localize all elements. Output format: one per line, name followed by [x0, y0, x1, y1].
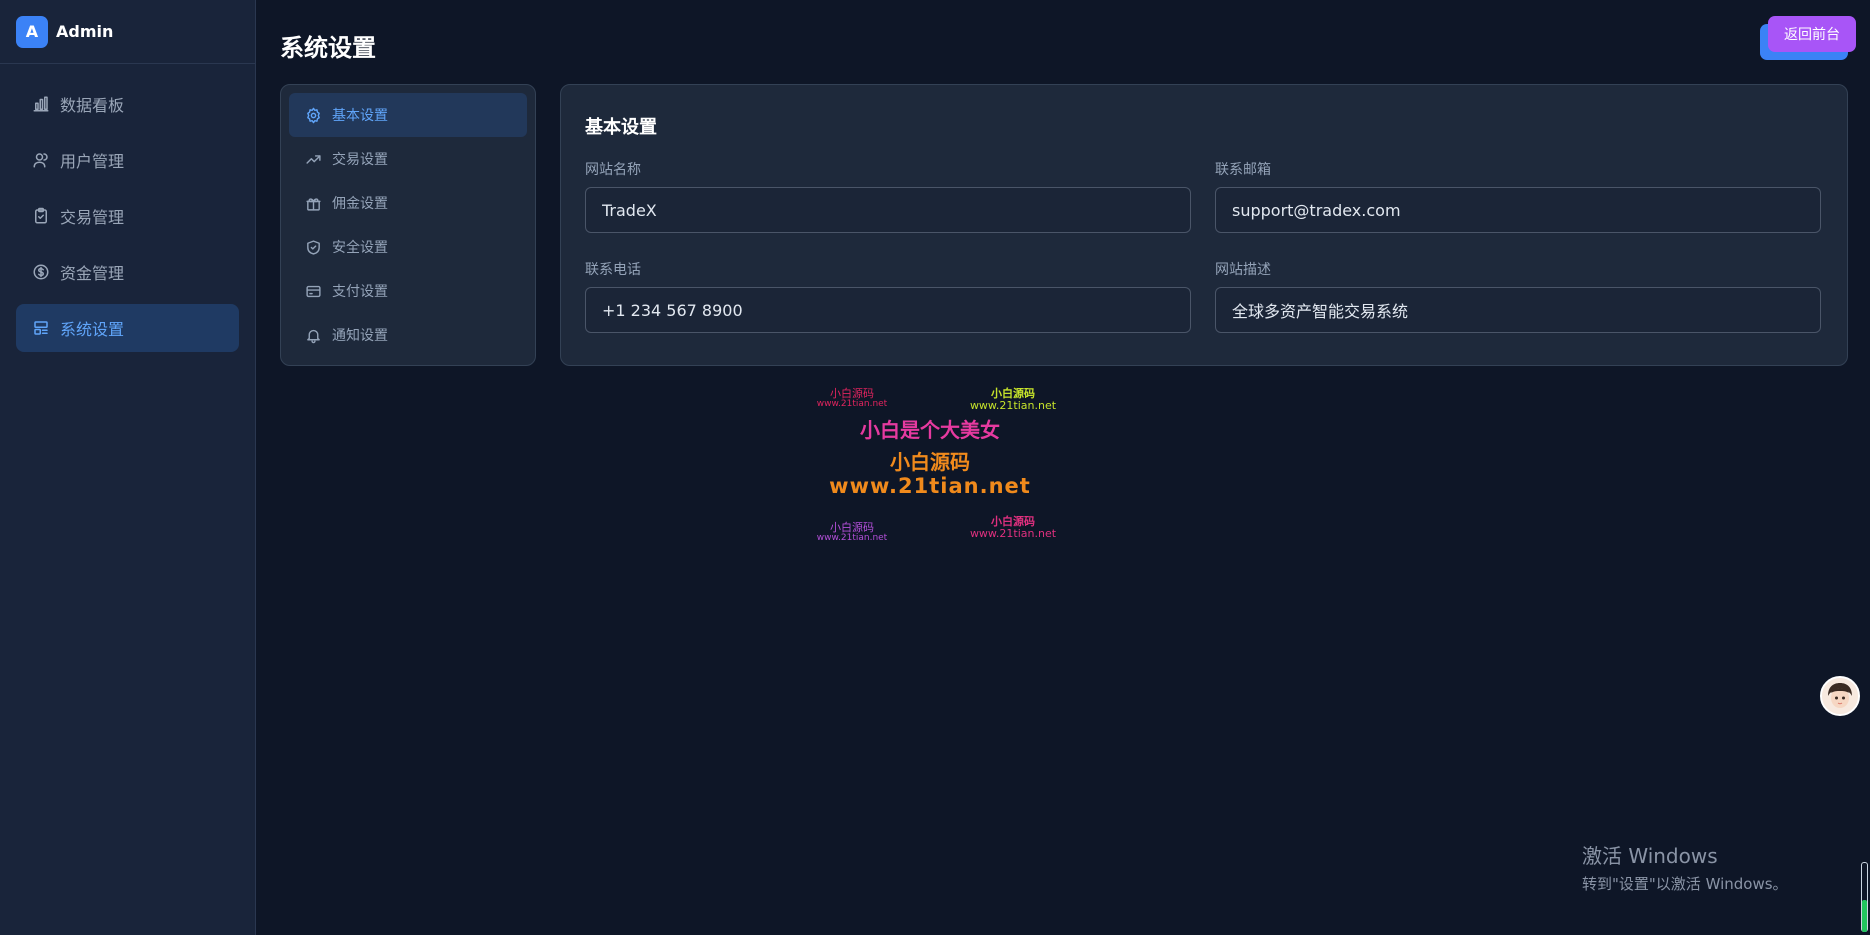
settings-menu-label: 通知设置 — [332, 328, 388, 344]
gear-icon — [307, 107, 320, 123]
page-title: 系统设置 — [280, 34, 376, 62]
watermark-text: 小白源码 — [991, 387, 1035, 400]
contact-email-input[interactable] — [1215, 187, 1821, 233]
settings-menu-item-payment[interactable]: 支付设置 — [289, 269, 527, 313]
watermark-url: www.21tian.net — [829, 474, 1031, 498]
avatar-face-icon — [1822, 678, 1858, 714]
watermark-text: 小白源码 — [830, 387, 874, 400]
watermark-top-right: 小白源码 www.21tian.net — [966, 388, 1060, 411]
assistant-avatar[interactable] — [1820, 676, 1860, 716]
settings-menu-item-basic[interactable]: 基本设置 — [289, 93, 527, 137]
layout-icon — [34, 321, 48, 335]
settings-menu-label: 基本设置 — [332, 108, 388, 124]
site-name-group: 网站名称 — [585, 159, 1191, 233]
windows-activation-notice: 激活 Windows 转到"设置"以激活 Windows。 — [1582, 840, 1788, 894]
watermark-bottom-left: 小白源码 www.21tian.net — [812, 522, 892, 543]
activation-title: 激活 Windows — [1582, 844, 1718, 868]
watermark-url: www.21tian.net — [969, 398, 1057, 412]
shield-check-icon — [307, 239, 320, 255]
scroll-indicator-fill — [1862, 900, 1867, 932]
watermark-text: 小白源码 — [830, 521, 874, 534]
credit-card-icon — [306, 285, 321, 297]
sidebar-nav: 数据看板 用户管理 交易管理 资金管理 系统设置 — [0, 64, 255, 376]
activation-subtitle: 转到"设置"以激活 Windows。 — [1582, 875, 1788, 893]
watermark-url: www.21tian.net — [816, 398, 888, 409]
settings-menu-label: 支付设置 — [332, 284, 388, 300]
settings-form: 网站名称 联系邮箱 联系电话 网站描述 — [585, 159, 1823, 333]
watermark-text: 小白源码 — [890, 450, 970, 474]
settings-menu-label: 交易设置 — [332, 152, 388, 168]
brand-name: Admin — [56, 22, 114, 41]
site-name-label: 网站名称 — [585, 162, 641, 178]
site-description-group: 网站描述 — [1215, 259, 1821, 333]
settings-menu-label: 安全设置 — [332, 240, 388, 256]
settings-menu-item-trading[interactable]: 交易设置 — [289, 137, 527, 181]
watermark-bottom-right: 小白源码 www.21tian.net — [966, 516, 1060, 539]
brand[interactable]: A Admin — [0, 0, 255, 64]
contact-email-group: 联系邮箱 — [1215, 159, 1821, 233]
back-to-frontend-button[interactable]: 返回前台 — [1768, 16, 1856, 52]
gift-icon — [306, 197, 321, 211]
sidebar-item-label: 资金管理 — [60, 264, 125, 283]
contact-phone-label: 联系电话 — [585, 262, 641, 278]
contact-phone-group: 联系电话 — [585, 259, 1191, 333]
watermark-text: 小白源码 — [991, 515, 1035, 528]
sidebar-item-funds[interactable]: 资金管理 — [16, 248, 239, 296]
users-icon — [33, 153, 48, 168]
watermark-center-line: 小白是个大美女 — [860, 418, 1000, 442]
settings-menu-label: 佣金设置 — [332, 196, 388, 212]
sidebar-item-label: 交易管理 — [60, 208, 125, 227]
contact-email-label: 联系邮箱 — [1215, 162, 1271, 178]
watermark-url: www.21tian.net — [969, 526, 1057, 540]
brand-logo: A — [16, 15, 48, 48]
settings-menu-item-security[interactable]: 安全设置 — [289, 225, 527, 269]
sidebar-item-label: 用户管理 — [60, 152, 125, 171]
sidebar-item-trades[interactable]: 交易管理 — [16, 192, 239, 240]
site-description-label: 网站描述 — [1215, 262, 1271, 278]
dollar-circle-icon — [33, 264, 49, 280]
bell-icon — [307, 329, 320, 343]
watermark-center: 小白源码 www.21tian.net — [820, 450, 1040, 498]
settings-menu-item-notification[interactable]: 通知设置 — [289, 313, 527, 357]
sidebar-item-label: 数据看板 — [60, 96, 125, 115]
sidebar-item-settings[interactable]: 系统设置 — [16, 304, 239, 352]
trending-up-icon — [306, 154, 321, 164]
sidebar-item-label: 系统设置 — [60, 320, 125, 339]
settings-menu: 基本设置 交易设置 佣金设置 安全设置 支付设置 通知设置 — [280, 84, 536, 366]
panel-title: 基本设置 — [585, 117, 657, 138]
clipboard-check-icon — [35, 207, 47, 224]
settings-menu-item-commission[interactable]: 佣金设置 — [289, 181, 527, 225]
bar-chart-icon — [33, 96, 49, 112]
watermark-url: www.21tian.net — [816, 532, 888, 543]
watermark-top-left: 小白源码 www.21tian.net — [812, 388, 892, 409]
sidebar-item-dashboard[interactable]: 数据看板 — [16, 80, 239, 128]
site-name-input[interactable] — [585, 187, 1191, 233]
site-description-input[interactable] — [1215, 287, 1821, 333]
sidebar: A Admin 数据看板 用户管理 交易管理 资金管理 系统设置 — [0, 0, 256, 935]
contact-phone-input[interactable] — [585, 287, 1191, 333]
sidebar-item-users[interactable]: 用户管理 — [16, 136, 239, 184]
basic-settings-panel: 基本设置 网站名称 联系邮箱 联系电话 网站描述 — [560, 84, 1848, 366]
